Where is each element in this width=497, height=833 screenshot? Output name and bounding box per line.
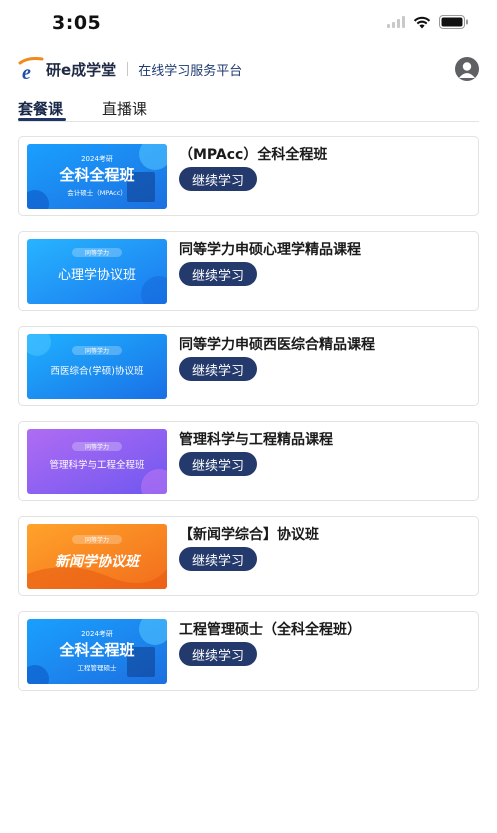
continue-learning-button[interactable]: 继续学习 (179, 262, 257, 286)
continue-learning-button[interactable]: 继续学习 (179, 167, 257, 191)
course-card[interactable]: 同等学力 新闻学协议班 【新闻学综合】协议班 继续学习 (18, 516, 479, 596)
course-card[interactable]: 2024考研 全科全程班 工程管理硕士 工程管理硕士（全科全程班） 继续学习 (18, 611, 479, 691)
course-thumbnail: 同等学力 管理科学与工程全程班 (27, 429, 167, 494)
course-card[interactable]: 2024考研 全科全程班 会计硕士（MPAcc） （MPAcc）全科全程班 继续… (18, 136, 479, 216)
thumb-year: 同等学力 (85, 347, 109, 355)
thumb-main-title: 西医综合(学硕)协议班 (51, 365, 144, 377)
thumb-year: 同等学力 (85, 249, 109, 257)
thumb-main-title: 新闻学协议班 (55, 553, 142, 570)
thumb-main-title: 全科全程班 (58, 641, 134, 659)
thumb-subtitle: 会计硕士（MPAcc） (67, 188, 127, 197)
logo[interactable]: e 研e成学堂 (18, 57, 117, 84)
user-avatar-icon[interactable] (455, 57, 479, 81)
thumb-main-title: 心理学协议班 (58, 267, 136, 283)
continue-learning-button[interactable]: 继续学习 (179, 547, 257, 571)
course-thumbnail: 同等学力 新闻学协议班 (27, 524, 167, 589)
thumb-main-title: 管理科学与工程全程班 (49, 459, 145, 471)
thumb-year: 同等学力 (85, 443, 109, 451)
app-header: e 研e成学堂 在线学习服务平台 (18, 55, 483, 84)
battery-icon (439, 15, 469, 29)
thumb-year: 2024考研 (81, 630, 113, 638)
logo-text: 研e成学堂 (46, 60, 117, 79)
continue-learning-button[interactable]: 继续学习 (179, 452, 257, 476)
course-card[interactable]: 同等学力 管理科学与工程全程班 管理科学与工程精品课程 继续学习 (18, 421, 479, 501)
tab-live-courses[interactable]: 直播课 (102, 98, 147, 119)
course-card[interactable]: 同等学力 心理学协议班 同等学力申硕心理学精品课程 继续学习 (18, 231, 479, 311)
header-slogan: 在线学习服务平台 (138, 63, 243, 79)
active-tab-indicator (18, 118, 66, 121)
course-title: 管理科学与工程精品课程 (179, 432, 333, 448)
course-thumbnail: 同等学力 心理学协议班 (27, 239, 167, 304)
course-title: 【新闻学综合】协议班 (179, 527, 319, 543)
thumb-year: 同等学力 (85, 536, 109, 544)
header-divider (127, 62, 129, 76)
status-time: 3:05 (52, 12, 102, 34)
course-title: 同等学力申硕西医综合精品课程 (179, 337, 375, 353)
continue-learning-button[interactable]: 继续学习 (179, 642, 257, 666)
wifi-icon (413, 16, 431, 29)
course-title: 工程管理硕士（全科全程班） (179, 622, 361, 638)
course-thumbnail: 2024考研 全科全程班 工程管理硕士 (27, 619, 167, 684)
tab-package-courses[interactable]: 套餐课 (18, 98, 63, 119)
course-title: 同等学力申硕心理学精品课程 (179, 242, 361, 258)
thumb-main-title: 全科全程班 (58, 166, 134, 184)
signal-icon (387, 16, 405, 28)
course-thumbnail: 同等学力 西医综合(学硕)协议班 (27, 334, 167, 399)
course-tabs: 套餐课 直播课 (18, 96, 479, 122)
thumb-year: 2024考研 (81, 155, 113, 163)
course-title: （MPAcc）全科全程班 (179, 147, 328, 163)
status-icons (387, 15, 469, 29)
thumb-subtitle: 工程管理硕士 (78, 663, 118, 672)
status-bar: 3:05 (0, 0, 497, 46)
continue-learning-button[interactable]: 继续学习 (179, 357, 257, 381)
course-thumbnail: 2024考研 全科全程班 会计硕士（MPAcc） (27, 144, 167, 209)
course-card[interactable]: 同等学力 西医综合(学硕)协议班 同等学力申硕西医综合精品课程 继续学习 (18, 326, 479, 406)
svg-text:e: e (22, 62, 31, 81)
logo-e-icon: e (18, 57, 44, 84)
